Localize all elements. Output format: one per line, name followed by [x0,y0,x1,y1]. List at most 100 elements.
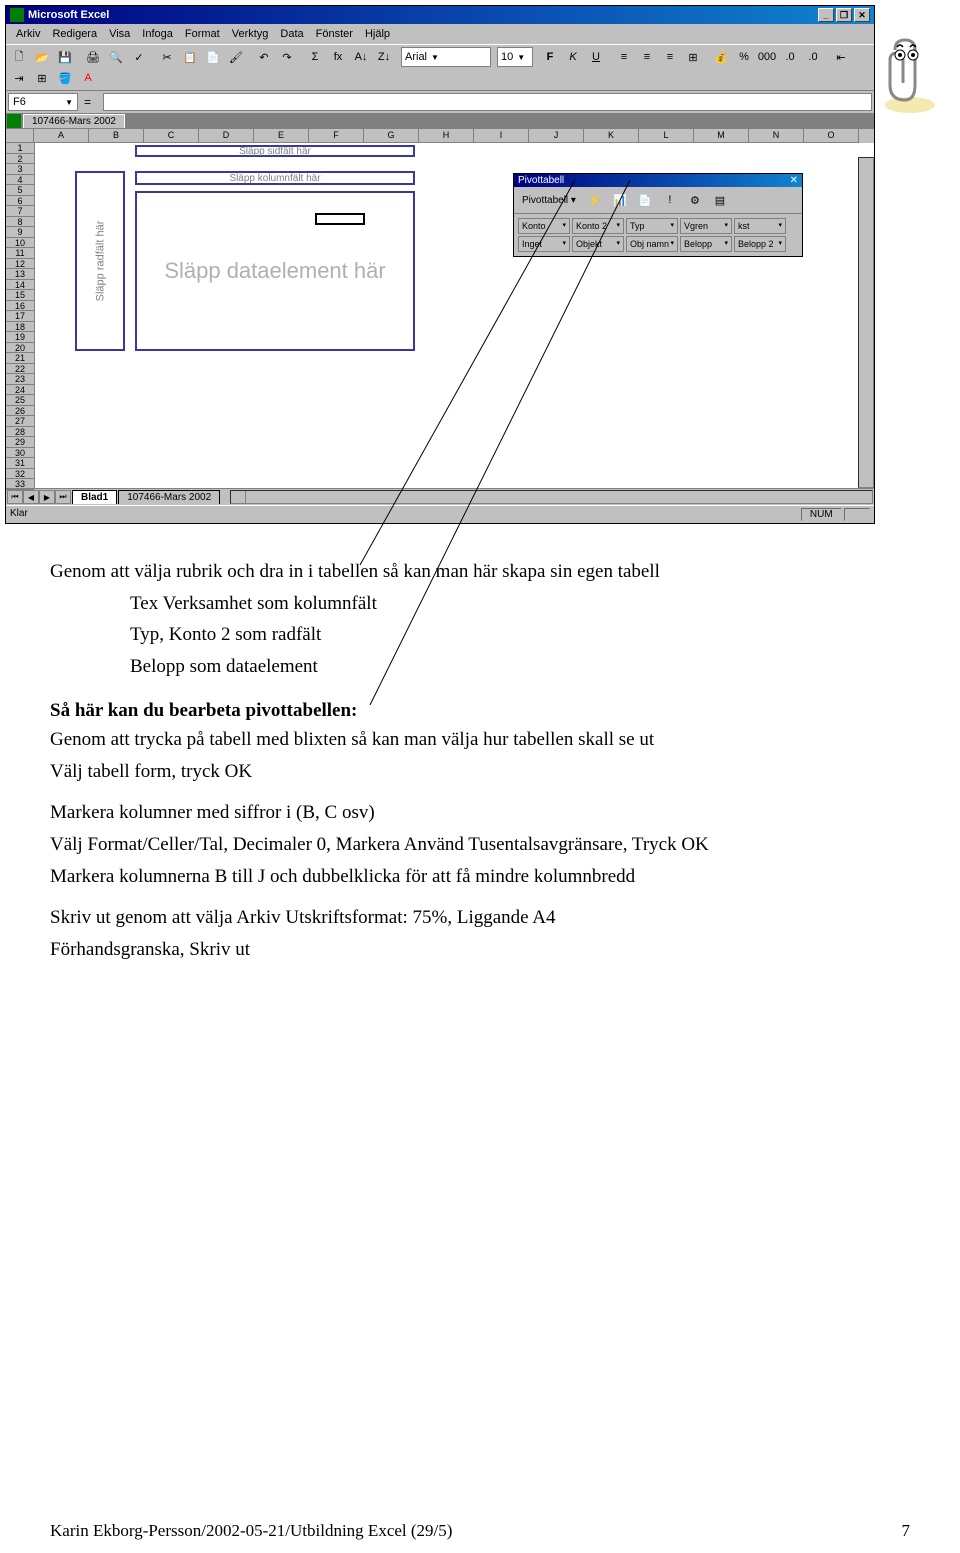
row-header[interactable]: 3 [6,164,34,175]
pivot-column-drop-zone[interactable]: Släpp kolumnfält här [135,171,415,185]
font-color-icon[interactable]: A [77,68,99,88]
pivot-refresh-icon[interactable]: ! [659,190,681,210]
pivottable-menu-button[interactable]: Pivottabell ▾ [517,193,581,208]
menu-fonster[interactable]: Fönster [310,26,359,42]
row-header[interactable]: 10 [6,238,34,249]
row-header[interactable]: 8 [6,217,34,228]
col-header[interactable]: B [89,129,144,143]
row-header[interactable]: 18 [6,322,34,333]
row-header[interactable]: 4 [6,175,34,186]
row-header[interactable]: 26 [6,406,34,417]
col-header[interactable]: N [749,129,804,143]
percent-icon[interactable]: % [733,47,755,67]
menu-format[interactable]: Format [179,26,226,42]
spell-icon[interactable]: ✓ [128,47,150,67]
fill-color-icon[interactable]: 🪣 [54,68,76,88]
pivottable-toolbar[interactable]: Pivottabell ✕ Pivottabell ▾ ⚡ 📊 📄 ! ⚙ ▤ … [513,173,803,257]
col-header[interactable]: I [474,129,529,143]
col-header[interactable]: E [254,129,309,143]
maximize-button[interactable]: ❐ [836,8,852,22]
row-header[interactable]: 25 [6,395,34,406]
pivot-field-belopp[interactable]: Belopp▾ [680,236,732,252]
align-left-icon[interactable]: ≡ [613,47,635,67]
row-header[interactable]: 30 [6,448,34,459]
close-icon[interactable]: ✕ [790,175,798,186]
row-header[interactable]: 31 [6,458,34,469]
pivot-field-konto2[interactable]: Konto 2▾ [572,218,624,234]
indent-inc-icon[interactable]: ⇥ [8,68,30,88]
row-header[interactable]: 23 [6,374,34,385]
row-header[interactable]: 24 [6,385,34,396]
col-header[interactable]: G [364,129,419,143]
col-header[interactable]: H [419,129,474,143]
cut-icon[interactable]: ✂ [156,47,178,67]
row-header[interactable]: 27 [6,416,34,427]
row-header[interactable]: 29 [6,437,34,448]
row-header[interactable]: 11 [6,248,34,259]
pivot-wizard-icon[interactable]: ⚡ [584,190,606,210]
col-header[interactable]: C [144,129,199,143]
sum-icon[interactable]: Σ [304,47,326,67]
row-header[interactable]: 17 [6,311,34,322]
row-header[interactable]: 33 [6,479,34,490]
row-header[interactable]: 15 [6,290,34,301]
row-header[interactable]: 5 [6,185,34,196]
sheet-tab-blad1[interactable]: Blad1 [72,490,117,504]
col-header[interactable]: L [639,129,694,143]
copy-icon[interactable]: 📋 [179,47,201,67]
pivot-page-drop-zone[interactable]: Släpp sidfält här [135,145,415,157]
thousands-icon[interactable]: 000 [756,47,778,67]
row-header[interactable]: 16 [6,301,34,312]
format-painter-icon[interactable]: 🖌 [225,47,247,67]
font-combo[interactable]: Arial▼ [401,47,491,67]
row-header[interactable]: 9 [6,227,34,238]
pivot-hide-icon[interactable]: 📄 [634,190,656,210]
sheet-nav-last-icon[interactable]: ⏭ [55,490,71,504]
row-header[interactable]: 7 [6,206,34,217]
decimal-dec-icon[interactable]: .0 [802,47,824,67]
vertical-scrollbar[interactable] [858,157,874,488]
underline-icon[interactable]: U [585,47,607,67]
pivot-field-konto[interactable]: Konto▾ [518,218,570,234]
name-box[interactable]: F6▼ [8,93,78,111]
merge-icon[interactable]: ⊞ [682,47,704,67]
pivot-field-belopp2[interactable]: Belopp 2▾ [734,236,786,252]
open-icon[interactable]: 📂 [31,47,53,67]
sort-desc-icon[interactable]: Z↓ [373,47,395,67]
col-header[interactable]: J [529,129,584,143]
pivot-row-drop-zone[interactable]: Släpp radfält här [75,171,125,351]
menu-arkiv[interactable]: Arkiv [10,26,46,42]
formula-input[interactable] [103,93,872,111]
menu-infoga[interactable]: Infoga [136,26,179,42]
horizontal-scrollbar[interactable] [230,490,873,504]
pivot-toolbar-title[interactable]: Pivottabell ✕ [514,174,802,187]
col-header[interactable]: D [199,129,254,143]
pivot-chart-icon[interactable]: 📊 [609,190,631,210]
pivot-field-inget[interactable]: Inget▾ [518,236,570,252]
redo-icon[interactable]: ↷ [276,47,298,67]
indent-dec-icon[interactable]: ⇤ [830,47,852,67]
italic-icon[interactable]: K [562,47,584,67]
office-assistant-clippy[interactable] [875,35,945,115]
pivot-data-drop-zone[interactable]: Släpp dataelement här [135,191,415,351]
pivot-field-objekt[interactable]: Objekt▾ [572,236,624,252]
pivot-show-icon[interactable]: ▤ [709,190,731,210]
row-header[interactable]: 2 [6,154,34,165]
paste-icon[interactable]: 📄 [202,47,224,67]
fontsize-combo[interactable]: 10▼ [497,47,533,67]
col-header[interactable]: F [309,129,364,143]
minimize-button[interactable]: _ [818,8,834,22]
row-header[interactable]: 20 [6,343,34,354]
row-header[interactable]: 19 [6,332,34,343]
row-header[interactable]: 13 [6,269,34,280]
row-header[interactable]: 22 [6,364,34,375]
currency-icon[interactable]: 💰 [710,47,732,67]
align-right-icon[interactable]: ≡ [659,47,681,67]
pivot-settings-icon[interactable]: ⚙ [684,190,706,210]
menu-data[interactable]: Data [274,26,309,42]
pivot-field-typ[interactable]: Typ▾ [626,218,678,234]
cell-grid[interactable]: Släpp sidfält här Släpp kolumnfält här S… [35,143,874,488]
new-icon[interactable]: 🗋 [8,47,30,67]
menu-redigera[interactable]: Redigera [46,26,103,42]
preview-icon[interactable]: 🔍 [105,47,127,67]
